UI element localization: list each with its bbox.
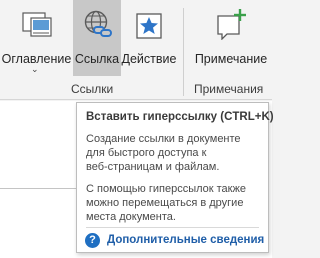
chevron-down-icon[interactable]: ⌄	[31, 64, 39, 75]
tooltip-description-line: Создание ссылки в документе	[86, 133, 241, 145]
tooltip-description-line: для быстрого доступа к	[86, 147, 207, 160]
table-of-contents-icon	[22, 12, 52, 37]
tooltip-extra-line: места документа.	[86, 211, 176, 224]
action-button[interactable]: Действие	[121, 0, 177, 76]
link-button[interactable]: Ссылка	[73, 0, 121, 76]
link-label: Ссылка	[74, 52, 120, 66]
tooltip-description-line: веб-страницам и файлам.	[86, 161, 220, 174]
links-group-label: Ссылки	[71, 82, 114, 96]
tooltip-extra-description: С помощью гиперссылок также можно переме…	[86, 182, 246, 225]
comments-group-label: Примечания	[194, 82, 264, 96]
group-divider	[183, 8, 184, 96]
new-comment-button[interactable]: Примечание	[190, 0, 272, 76]
more-info-link[interactable]: Дополнительные сведения	[107, 234, 264, 246]
tooltip-divider	[86, 227, 259, 228]
new-comment-label: Примечание	[194, 52, 268, 66]
tooltip-extra-line: С помощью гиперссылок также	[86, 183, 246, 195]
tooltip-title: Вставить гиперссылку (CTRL+K)	[86, 111, 274, 123]
help-question-icon[interactable]: ?	[85, 233, 100, 248]
new-comment-icon	[217, 9, 246, 40]
document-divider	[0, 188, 78, 189]
action-star-icon	[136, 13, 162, 39]
hyperlink-tooltip: Вставить гиперссылку (CTRL+K) Создание с…	[76, 102, 274, 253]
tooltip-description: Создание ссылки в документе для быстрого…	[86, 132, 241, 175]
ribbon: Оглавление ⌄ Ссылка Действие Примечание	[0, 0, 272, 100]
table-of-contents-button[interactable]: Оглавление ⌄	[0, 0, 73, 76]
tooltip-extra-line: можно перемещаться в другие	[86, 197, 244, 210]
action-label: Действие	[121, 52, 177, 66]
hyperlink-globe-icon	[84, 10, 112, 37]
